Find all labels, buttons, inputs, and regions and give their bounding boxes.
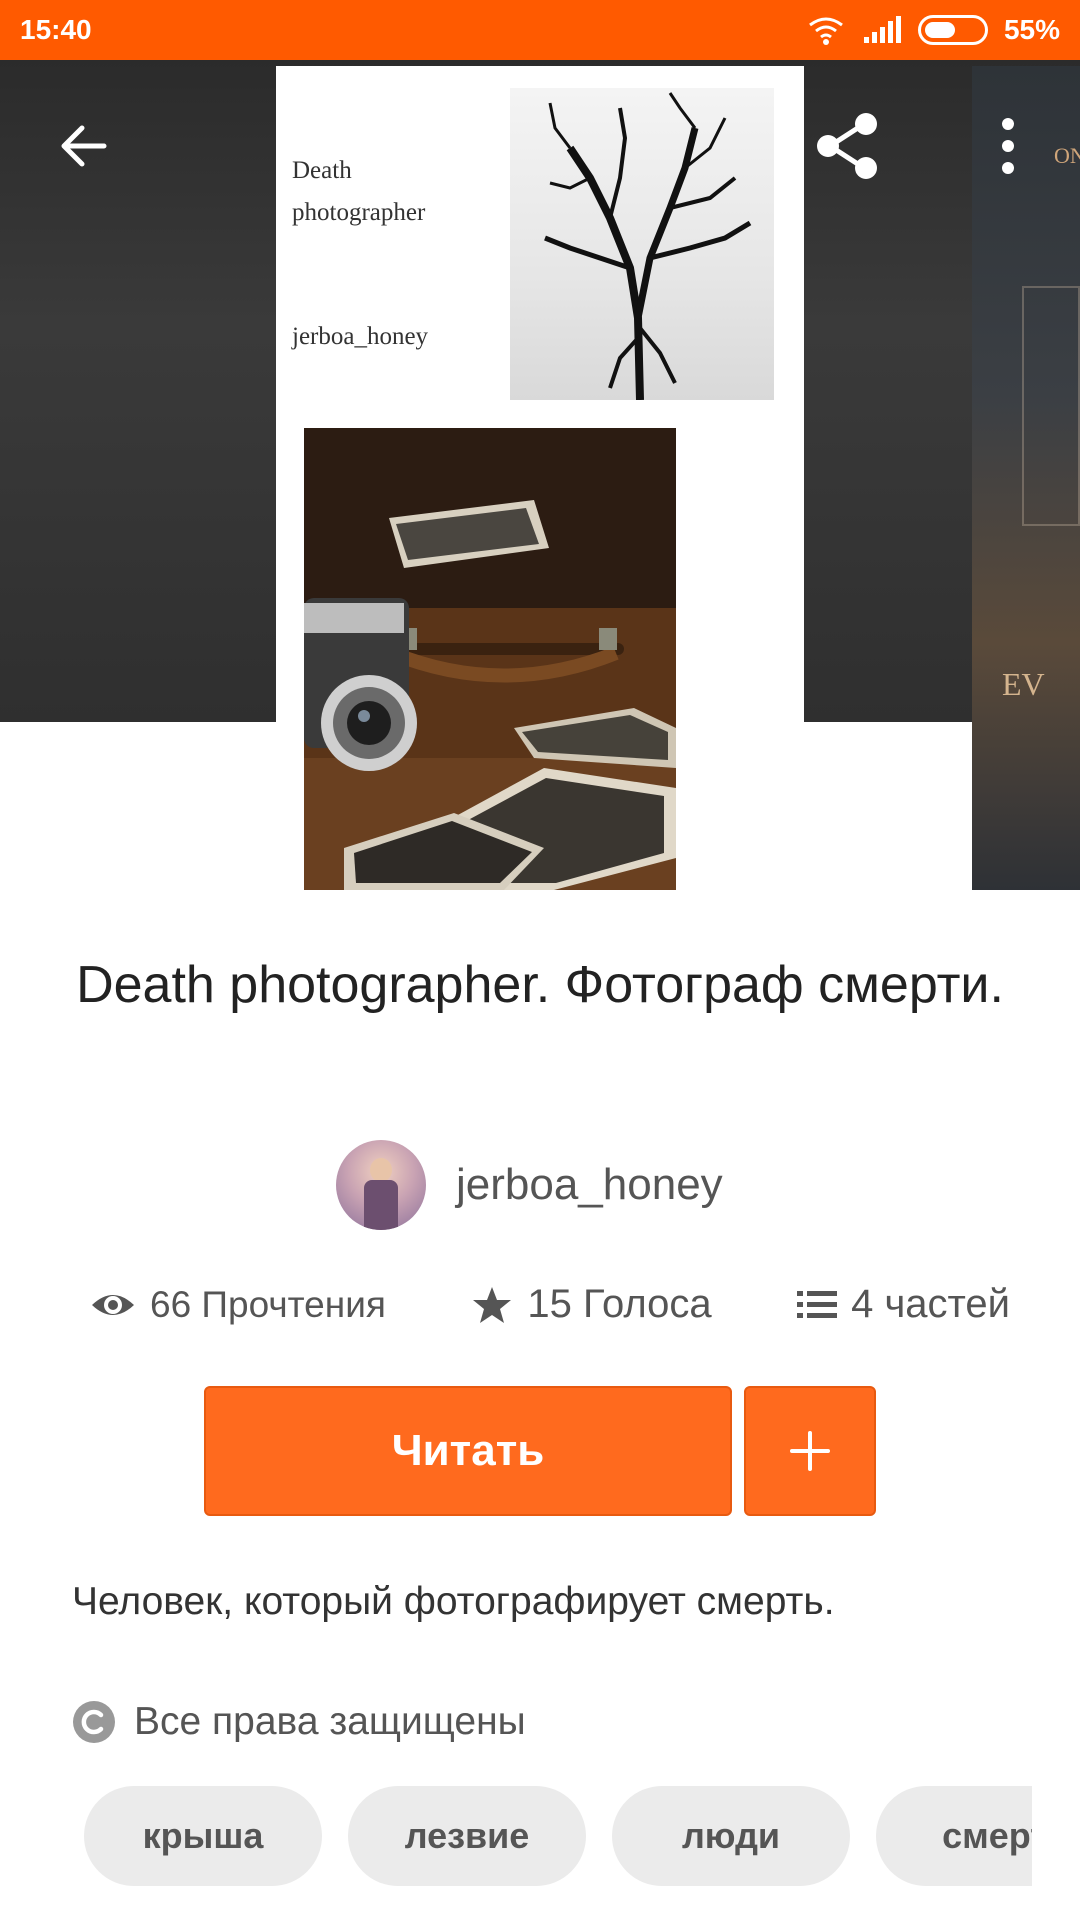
author-name[interactable]: jerboa_honey (456, 1160, 723, 1210)
cover-title-line2: photographer (292, 199, 426, 226)
next-cover-frame (1022, 286, 1080, 526)
stat-reads: 66 Прочтения (90, 1284, 386, 1326)
reads-count: 66 Прочтения (150, 1283, 386, 1325)
more-button[interactable] (972, 110, 1044, 182)
avatar[interactable] (336, 1140, 426, 1230)
more-vertical-icon (1002, 118, 1014, 174)
battery-percent: 55% (1003, 14, 1060, 45)
next-cover-text-mid: EV (1002, 666, 1045, 702)
tag-chip[interactable]: лезвие (348, 1786, 586, 1886)
next-cover-text-top: ON (1054, 143, 1080, 168)
add-to-library-button[interactable] (744, 1386, 876, 1516)
story-stats: 66 Прочтения 15 Голоса 4 частей (90, 1282, 1010, 1327)
story-description: Человек, который фотографирует смерть. (72, 1580, 835, 1623)
story-title: Death photographer. Фотограф смерти. (76, 956, 1004, 1014)
status-time: 15:40 (20, 14, 92, 45)
stat-votes: 15 Голоса (471, 1282, 712, 1327)
cover-tree-image (510, 88, 774, 400)
next-cover[interactable]: ON EV (972, 66, 1080, 890)
tag-chip[interactable]: смерт (876, 1786, 1032, 1886)
tags-list[interactable]: крыша лезвие люди смерт (84, 1786, 1032, 1890)
cover-author: jerboa_honey (292, 323, 429, 350)
tag-chip[interactable]: крыша (84, 1786, 322, 1886)
back-button[interactable] (48, 110, 120, 182)
star-icon (473, 1286, 512, 1323)
signal-icon (863, 16, 901, 43)
cover-camera-image (304, 428, 676, 890)
battery-level (924, 22, 955, 38)
cover-title-line1: Death (292, 157, 352, 184)
stat-parts: 4 частей (797, 1282, 1010, 1327)
share-icon (817, 113, 877, 179)
read-button[interactable]: Читать (204, 1386, 732, 1516)
share-button[interactable] (812, 110, 884, 182)
copyright-label: Все права защищены (134, 1700, 526, 1743)
battery-icon (917, 15, 988, 45)
status-icons: 55% (806, 12, 1060, 48)
eye-icon (92, 1294, 134, 1315)
parts-count: 4 частей (851, 1282, 1010, 1326)
copyright-row: Все права защищены (72, 1700, 526, 1744)
arrow-left-icon (61, 125, 107, 167)
list-icon (797, 1290, 838, 1318)
avatar-head (370, 1158, 392, 1182)
wifi-icon (809, 17, 843, 45)
plus-icon (790, 1431, 830, 1471)
tag-chip[interactable]: люди (612, 1786, 850, 1886)
status-bar: 15:40 55% (0, 0, 1080, 60)
story-cover[interactable]: Death photographer jerboa_honey (276, 66, 804, 890)
avatar-body (364, 1180, 398, 1230)
author-row[interactable]: jerboa_honey (336, 1140, 723, 1230)
copyright-icon (73, 1701, 115, 1743)
votes-count: 15 Голоса (527, 1282, 712, 1326)
